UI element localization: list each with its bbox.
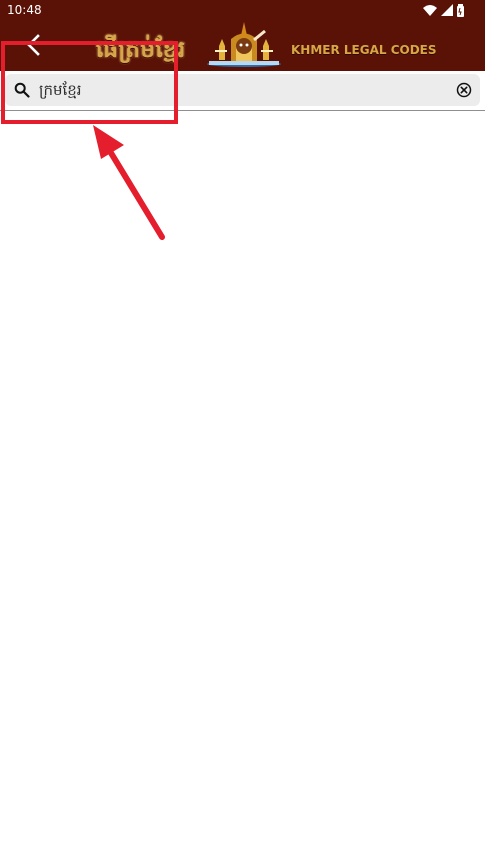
wifi-icon xyxy=(423,5,437,16)
app-title-english: KHMER LEGAL CODES xyxy=(291,43,437,57)
khmer-legal-codes-logo xyxy=(205,21,283,69)
status-icons xyxy=(422,2,465,18)
search-results-area xyxy=(0,111,485,862)
signal-icon xyxy=(441,4,453,16)
clear-icon[interactable] xyxy=(456,82,472,98)
annotation-highlight-box xyxy=(1,41,178,124)
status-bar: 10:48 xyxy=(0,0,485,20)
battery-icon xyxy=(457,3,464,17)
status-time: 10:48 xyxy=(7,3,42,17)
